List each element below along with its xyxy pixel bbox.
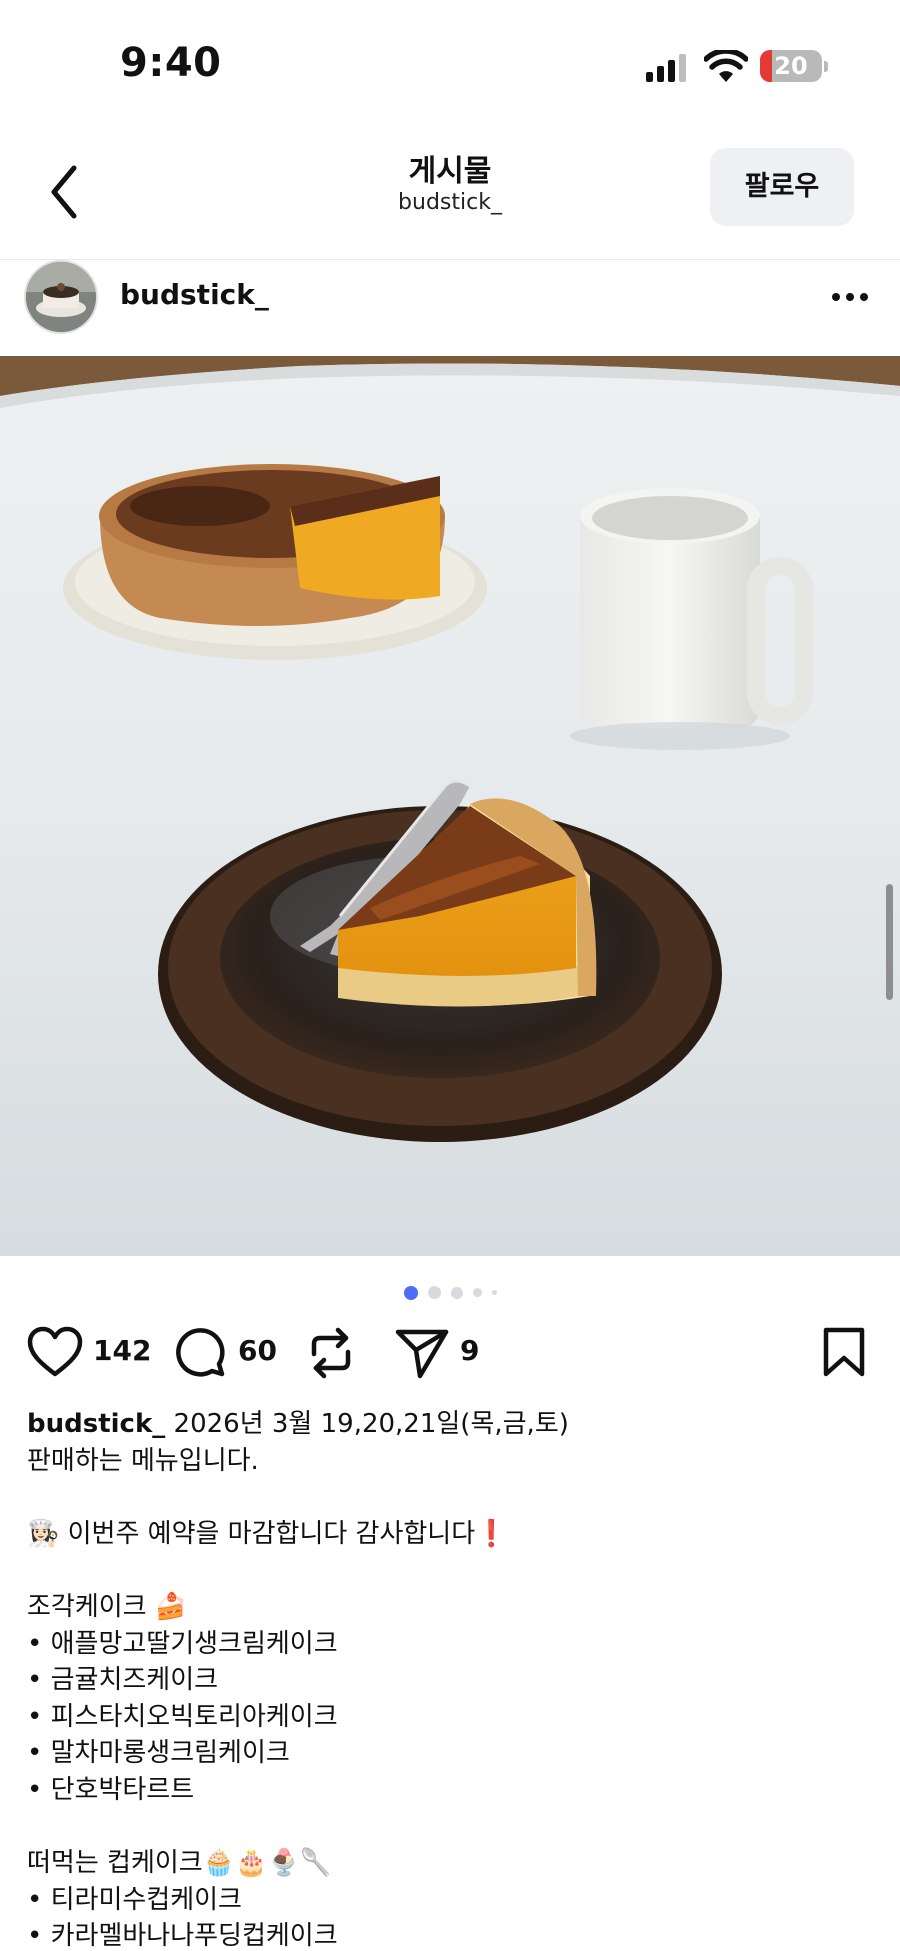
- caption-section-title: 조각케이크 🍰: [27, 1591, 188, 1622]
- post-action-bar: 142 60 9: [0, 1322, 900, 1386]
- wifi-icon: [704, 50, 748, 82]
- author-avatar[interactable]: [24, 260, 98, 334]
- menu-item: • 티라미수컵케이크: [27, 1884, 242, 1915]
- page-subtitle: budstick_: [398, 190, 502, 215]
- post-caption: budstick_ 2026년 3월 19,20,21일(목,금,토) 판매하는…: [27, 1406, 887, 1951]
- battery-icon: 20: [760, 50, 822, 82]
- post-photo-pumpkin-tart: [0, 356, 900, 1256]
- post-author-row: budstick_: [0, 260, 900, 356]
- follow-button[interactable]: 팔로우: [710, 148, 854, 226]
- pager-dot[interactable]: [491, 1290, 497, 1295]
- repost-button[interactable]: [306, 1322, 362, 1386]
- bookmark-button[interactable]: [820, 1322, 870, 1386]
- battery-cap: [824, 61, 828, 72]
- like-button[interactable]: 142: [27, 1322, 151, 1386]
- comment-count: 60: [238, 1334, 277, 1367]
- like-count: 142: [93, 1334, 152, 1367]
- pager-dot[interactable]: [403, 1285, 418, 1300]
- repost-icon: [311, 1327, 351, 1379]
- back-button[interactable]: [40, 158, 92, 226]
- scroll-indicator[interactable]: [886, 884, 893, 1000]
- chevron-left-icon: [51, 165, 77, 219]
- share-button[interactable]: 9: [394, 1322, 494, 1386]
- image-pager-dots: [0, 1282, 900, 1300]
- menu-item: • 금귤치즈케이크: [27, 1665, 219, 1696]
- menu-item: • 피스타치오빅토리아케이크: [27, 1701, 338, 1732]
- pager-dot[interactable]: [427, 1286, 441, 1299]
- menu-item: • 단호박타르트: [27, 1774, 195, 1805]
- status-time: 9:40: [120, 40, 222, 86]
- page-title: 게시물: [408, 154, 492, 189]
- caption-text: 2026년 3월 19,20,21일(목,금,토): [165, 1409, 569, 1439]
- caption-first-line: budstick_ 2026년 3월 19,20,21일(목,금,토): [27, 1406, 887, 1443]
- navigation-header: 게시물 budstick_ 팔로우: [0, 134, 900, 260]
- menu-item: • 말차마롱생크림케이크: [27, 1738, 290, 1769]
- heart-icon: [27, 1326, 83, 1377]
- comment-bubble-icon: [176, 1328, 225, 1377]
- post-detail-screen: 9:40 20 게시물 budstick_ 팔로우 budstick_ 142 …: [0, 0, 900, 1951]
- author-username[interactable]: budstick_: [120, 278, 269, 311]
- caption-username[interactable]: budstick_: [27, 1409, 165, 1439]
- post-image[interactable]: [0, 356, 900, 1256]
- pager-dot[interactable]: [450, 1286, 463, 1299]
- ellipsis-icon: [832, 293, 868, 301]
- share-count: 9: [460, 1334, 480, 1367]
- status-bar: 9:40 20: [0, 0, 900, 134]
- bookmark-icon: [823, 1327, 865, 1377]
- more-options-button[interactable]: [828, 280, 872, 314]
- avatar-image: [26, 262, 96, 332]
- caption-section-title: 떠먹는 컵케이크🧁🎂🍨🥄: [27, 1848, 333, 1879]
- menu-item: • 애플망고딸기생크림케이크: [27, 1628, 338, 1659]
- caption-line: 판매하는 메뉴입니다.: [27, 1445, 259, 1476]
- battery-level-text: 20: [774, 52, 808, 80]
- paper-plane-icon: [395, 1329, 449, 1379]
- pager-dot[interactable]: [472, 1288, 482, 1297]
- comment-button[interactable]: 60: [174, 1322, 284, 1386]
- cellular-signal-icon: [646, 54, 686, 82]
- caption-notice: 👩🏻‍🍳 이번주 예약을 마감합니다 감사합니다❗️: [27, 1518, 508, 1549]
- menu-item: • 카라멜바나나푸딩컵케이크: [27, 1921, 338, 1951]
